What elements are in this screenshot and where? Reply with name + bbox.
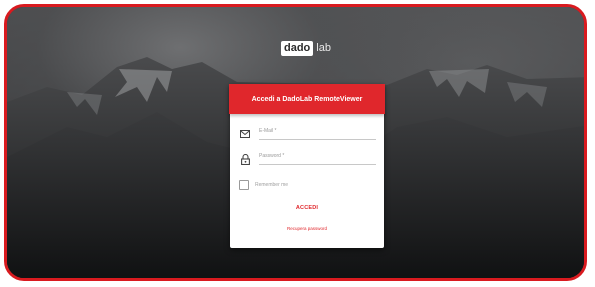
screen-frame: dado lab Accedi a DadoLab RemoteViewer E… — [4, 4, 587, 281]
password-field[interactable]: Password * — [239, 151, 376, 165]
recover-password-link[interactable]: Recupera password — [230, 226, 384, 231]
password-input[interactable]: Password * — [259, 152, 376, 165]
remember-me-checkbox[interactable] — [239, 180, 249, 190]
brand-logo-suffix: lab — [316, 42, 331, 54]
brand-logo: dado lab — [281, 41, 331, 56]
login-button[interactable]: ACCEDI — [230, 205, 384, 211]
login-card-header: Accedi a DadoLab RemoteViewer — [229, 84, 385, 114]
lock-icon — [239, 153, 251, 165]
remember-me-row[interactable]: Remember me — [239, 180, 288, 190]
envelope-icon — [239, 128, 251, 140]
brand-logo-box: dado — [281, 41, 314, 56]
login-card: Accedi a DadoLab RemoteViewer E-Mail * P… — [229, 84, 385, 248]
email-field[interactable]: E-Mail * — [239, 126, 376, 140]
remember-me-label: Remember me — [255, 182, 289, 188]
email-input[interactable]: E-Mail * — [259, 127, 376, 140]
login-title: Accedi a DadoLab RemoteViewer — [251, 95, 363, 103]
